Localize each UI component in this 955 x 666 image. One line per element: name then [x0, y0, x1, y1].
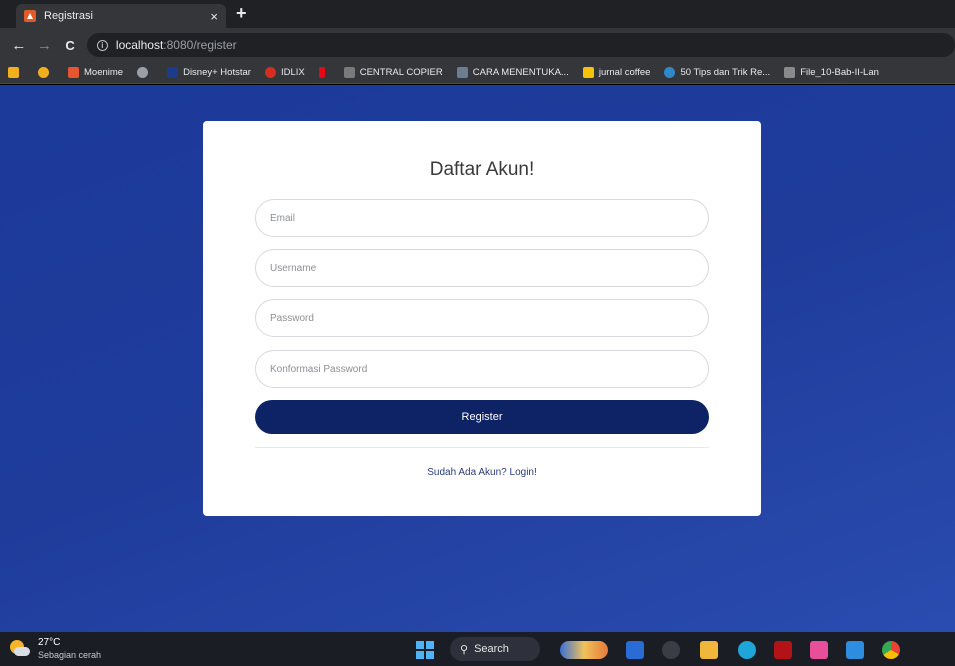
netflix-icon: [318, 67, 325, 78]
bookmark-item[interactable]: IDLIX: [264, 67, 305, 78]
bookmark-item[interactable]: Disney+ Hotstar: [167, 67, 251, 78]
url-input[interactable]: i localhost :8080/register: [86, 33, 955, 57]
bookmark-label: jurnal coffee: [598, 67, 651, 78]
search-icon: ⚲: [460, 643, 469, 656]
reload-icon[interactable]: C: [57, 38, 83, 53]
bookmark-label: Moenime: [84, 67, 124, 78]
globe-icon: [137, 67, 149, 78]
bookmark-icon: [68, 67, 79, 78]
bookmarks-bar: Moenime Disney+ Hotstar IDLIX CENTRAL CO…: [0, 62, 955, 84]
app-icon[interactable]: [626, 641, 644, 659]
file-explorer-icon[interactable]: [700, 641, 718, 659]
bookmark-item[interactable]: CARA MENENTUKA...: [456, 67, 569, 78]
username-field[interactable]: [255, 249, 709, 287]
bookmark-icon: [456, 67, 468, 78]
bookmark-item[interactable]: [137, 67, 153, 78]
taskbar: 27°C Sebagian cerah ⚲ Search: [0, 632, 955, 666]
bookmark-icon: [167, 67, 179, 78]
tab-registrasi[interactable]: Registrasi ×: [16, 4, 226, 28]
bookmark-icon: [38, 67, 49, 78]
settings-icon[interactable]: [662, 641, 680, 659]
bookmark-label: 50 Tips dan Trik Re...: [680, 67, 771, 78]
bookmark-item[interactable]: [318, 67, 330, 78]
bookmark-icon: [784, 67, 796, 78]
password-field[interactable]: [255, 299, 709, 337]
chrome-icon[interactable]: [882, 641, 900, 659]
bookmark-icon: [8, 67, 19, 78]
forward-icon[interactable]: →: [32, 37, 58, 54]
bookmark-label: Disney+ Hotstar: [183, 67, 251, 78]
bookmark-item[interactable]: 50 Tips dan Trik Re...: [664, 67, 770, 78]
bookmark-item[interactable]: [8, 67, 24, 78]
back-icon[interactable]: ←: [6, 37, 32, 54]
bookmark-item[interactable]: Moenime: [68, 67, 123, 78]
bookmark-label: File_10-Bab-II-Lan: [800, 67, 879, 78]
close-icon[interactable]: ×: [210, 9, 218, 24]
widgets-icon[interactable]: [560, 641, 608, 659]
url-path: :8080/register: [163, 38, 237, 52]
page-background: Daftar Akun! Register Sudah Ada Akun? Lo…: [0, 85, 955, 632]
bookmark-item[interactable]: jurnal coffee: [582, 67, 651, 78]
app-icon[interactable]: [810, 641, 828, 659]
site-favicon-icon: [24, 10, 36, 22]
bookmark-label: IDLIX: [280, 67, 305, 78]
weather-desc[interactable]: Sebagian cerah: [38, 650, 101, 660]
edge-browser-icon[interactable]: [738, 641, 756, 659]
bookmark-label: CENTRAL COPIER: [359, 67, 443, 78]
new-tab-button[interactable]: +: [236, 3, 247, 24]
login-link[interactable]: Sudah Ada Akun? Login!: [203, 467, 761, 478]
folder-icon: [582, 67, 594, 78]
info-icon[interactable]: i: [96, 39, 108, 51]
vscode-icon[interactable]: [846, 641, 864, 659]
tab-strip: Registrasi × +: [0, 0, 955, 28]
register-card: Daftar Akun! Register Sudah Ada Akun? Lo…: [203, 121, 761, 516]
confirm-password-field[interactable]: [255, 350, 709, 388]
bookmark-item[interactable]: File_10-Bab-II-Lan: [784, 67, 879, 78]
bookmark-item[interactable]: [38, 67, 54, 78]
weather-icon[interactable]: [10, 640, 30, 658]
divider: [255, 447, 709, 448]
url-host: localhost: [115, 38, 164, 52]
taskbar-search[interactable]: ⚲ Search: [450, 637, 540, 661]
bookmark-icon: [664, 67, 676, 78]
bookmark-label: CARA MENENTUKA...: [472, 67, 569, 78]
bookmark-item[interactable]: CENTRAL COPIER: [343, 67, 443, 78]
windows-start-icon[interactable]: [416, 641, 434, 659]
search-label: Search: [474, 643, 509, 655]
weather-temp[interactable]: 27°C: [38, 637, 60, 648]
address-bar: ← → C i localhost :8080/register: [0, 28, 955, 62]
bookmark-icon: [264, 67, 276, 78]
netflix-app-icon[interactable]: [774, 641, 792, 659]
tab-title: Registrasi: [44, 10, 93, 22]
email-field[interactable]: [255, 199, 709, 237]
bookmark-icon: [343, 67, 355, 78]
register-button[interactable]: Register: [255, 400, 709, 434]
page-title: Daftar Akun!: [429, 159, 535, 180]
